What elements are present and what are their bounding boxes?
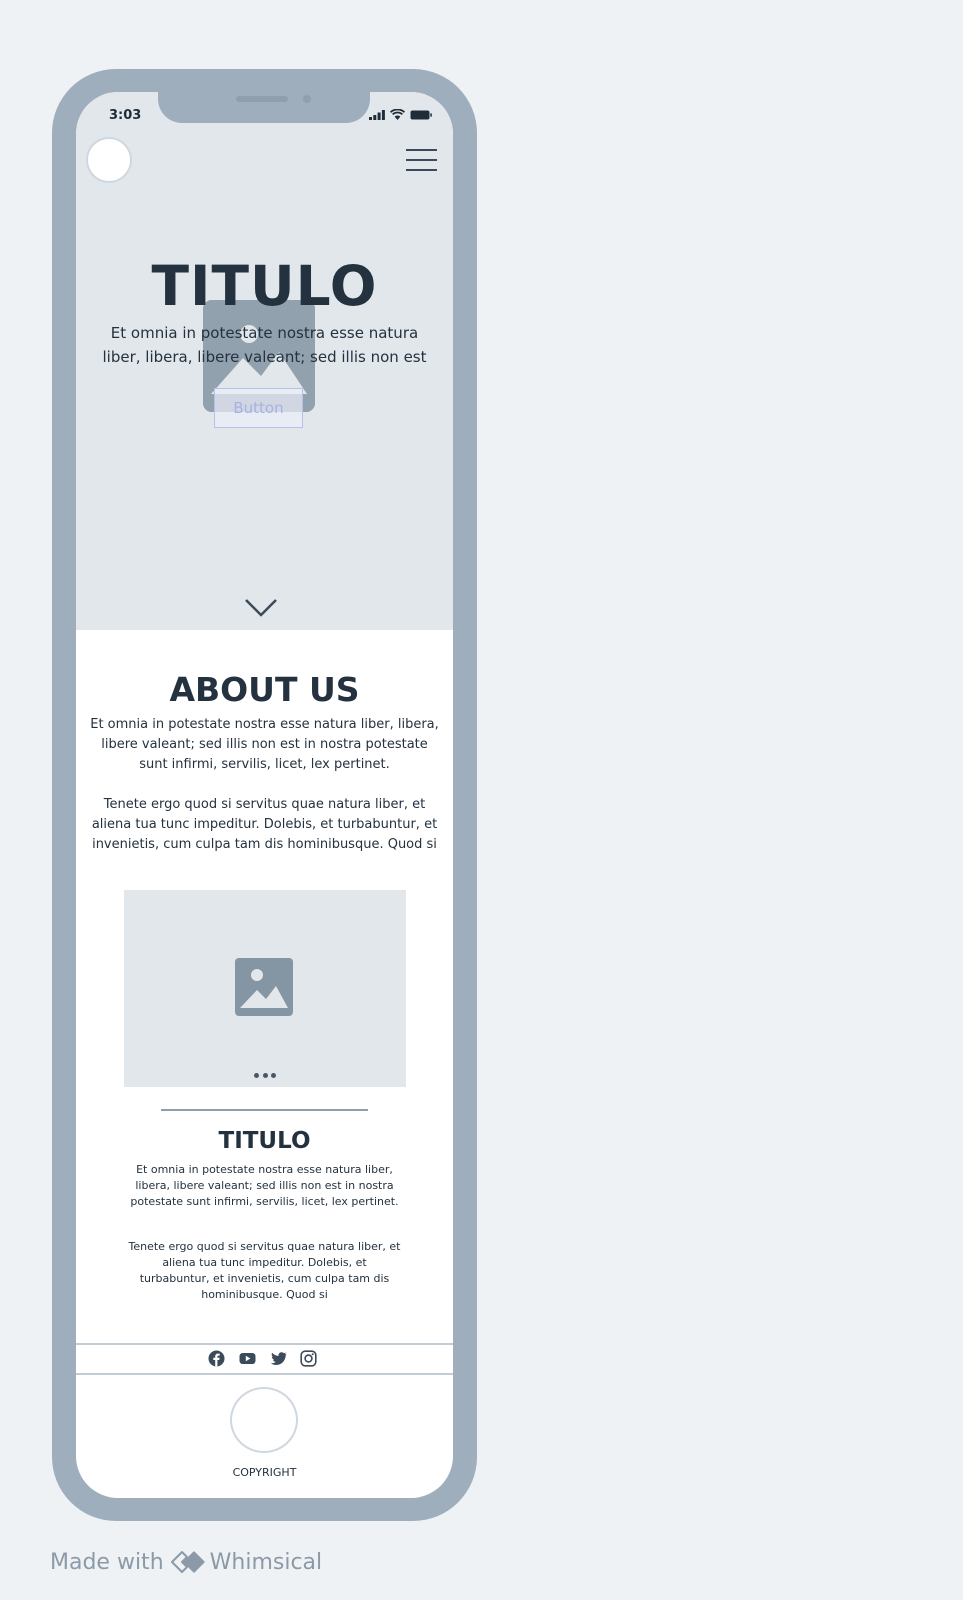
phone-screen: 3:03 TITULO Et omnia in potestate nostra…	[76, 92, 453, 1498]
battery-icon	[410, 110, 432, 120]
carousel-dot[interactable]	[254, 1073, 259, 1078]
copyright-text: COPYRIGHT	[232, 1466, 297, 1479]
instagram-icon[interactable]	[300, 1350, 317, 1367]
card-paragraph-1: Et omnia in potestate nostra esse natura…	[130, 1163, 399, 1208]
twitter-icon[interactable]	[270, 1350, 287, 1367]
hero-section: 3:03 TITULO Et omnia in potestate nostra…	[76, 92, 453, 630]
notch-camera	[303, 95, 311, 103]
whimsical-logo-icon	[170, 1551, 205, 1573]
footer-divider-bottom	[76, 1373, 453, 1375]
phone-notch	[158, 92, 370, 123]
carousel-dots[interactable]	[254, 1073, 276, 1079]
hero-button[interactable]: Button	[214, 388, 303, 428]
phone-frame: 3:03 TITULO Et omnia in potestate nostra…	[52, 69, 477, 1521]
watermark-brand: Whimsical	[209, 1549, 323, 1575]
about-paragraph-2: Tenete ergo quod si servitus quae natura…	[91, 797, 438, 852]
whimsical-watermark[interactable]: Made with Whimsical	[50, 1547, 322, 1577]
footer-logo-placeholder[interactable]	[230, 1387, 298, 1453]
about-title: ABOUT US	[169, 670, 360, 709]
signal-icon	[369, 110, 385, 120]
card-paragraph-2: Tenete ergo quod si servitus quae natura…	[128, 1240, 401, 1301]
image-carousel[interactable]	[124, 890, 406, 1087]
facebook-icon[interactable]	[208, 1350, 225, 1367]
watermark-prefix: Made with	[50, 1549, 164, 1575]
youtube-icon[interactable]	[239, 1350, 256, 1367]
status-time: 3:03	[109, 108, 142, 123]
chevron-down-icon[interactable]	[244, 598, 278, 618]
carousel-dot[interactable]	[262, 1073, 268, 1078]
hero-title: TITULO	[151, 254, 378, 318]
logo-placeholder[interactable]	[86, 137, 132, 183]
about-paragraph-1: Et omnia in potestate nostra esse natura…	[90, 717, 439, 772]
hero-text: Et omnia in potestate nostra esse natura…	[102, 324, 427, 366]
notch-speaker	[236, 96, 288, 102]
wifi-icon	[390, 109, 405, 120]
footer-divider-top	[76, 1343, 453, 1345]
hamburger-menu-icon[interactable]	[406, 149, 437, 171]
card-title: TITULO	[218, 1128, 311, 1154]
section-divider	[161, 1109, 368, 1111]
carousel-dot[interactable]	[271, 1073, 276, 1078]
image-placeholder-icon	[235, 958, 293, 1016]
